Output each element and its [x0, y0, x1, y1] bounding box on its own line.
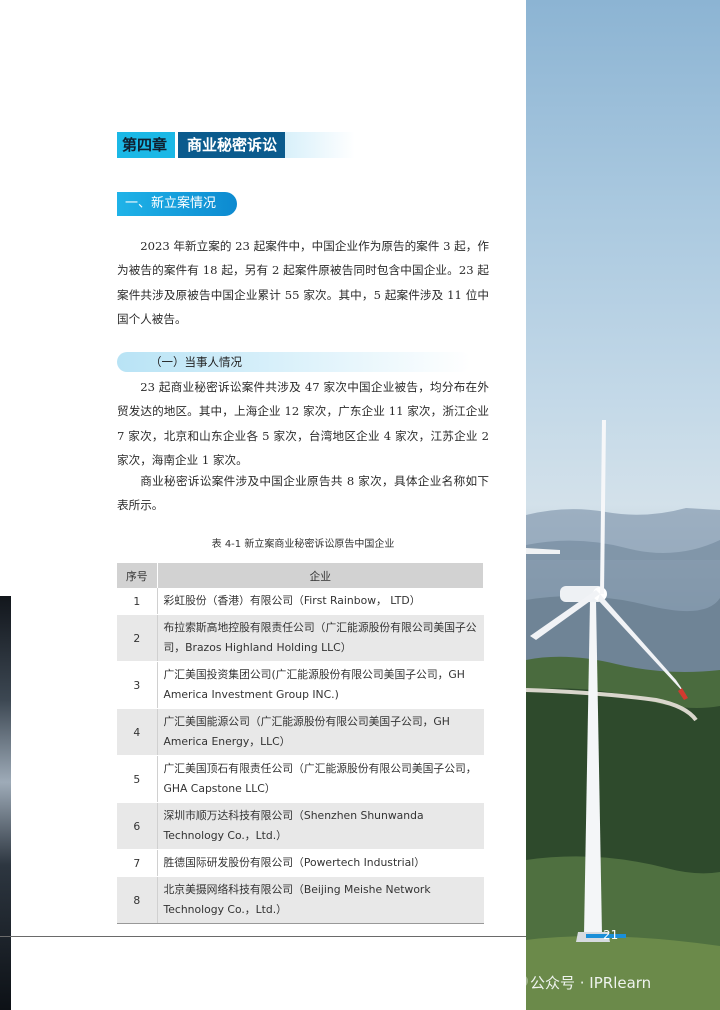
table-row: 8 北京美摄网络科技有限公司（Beijing Meishe Network Te… — [117, 876, 484, 924]
row-index: 8 — [117, 876, 158, 924]
left-photo-strip — [0, 596, 11, 1010]
chapter-number: 第四章 — [117, 132, 176, 158]
header-index: 序号 — [117, 563, 158, 588]
table-row: 6 深圳市顺万达科技有限公司（Shenzhen Shunwanda Techno… — [117, 802, 484, 850]
page-number: 21 — [603, 928, 619, 942]
row-index: 4 — [117, 708, 158, 756]
row-company: 广汇美国能源公司（广汇能源股份有限公司美国子公司，GH America Ener… — [157, 708, 484, 756]
header-company: 企业 — [157, 563, 484, 588]
row-company: 广汇美国顶石有限责任公司（广汇能源股份有限公司美国子公司，GHA Capston… — [157, 755, 484, 803]
subsection-heading: （一）当事人情况 — [117, 352, 471, 372]
row-index: 5 — [117, 755, 158, 803]
row-index: 3 — [117, 661, 158, 709]
plaintiff-companies-table: 序号 企业 1 彩虹股份（香港）有限公司（First Rainbow， LTD）… — [117, 563, 484, 924]
row-company: 彩虹股份（香港）有限公司（First Rainbow， LTD） — [157, 588, 484, 615]
table-row: 5 广汇美国顶石有限责任公司（广汇能源股份有限公司美国子公司，GHA Capst… — [117, 755, 484, 803]
paragraph-defendants: 23 起商业秘密诉讼案件共涉及 47 家次中国企业被告，均分布在外贸发达的地区。… — [117, 380, 489, 467]
row-index: 1 — [117, 588, 158, 615]
table-caption: 表 4-1 新立案商业秘密诉讼原告中国企业 — [211, 539, 395, 550]
row-company: 深圳市顺万达科技有限公司（Shenzhen Shunwanda Technolo… — [157, 802, 484, 850]
row-company: 广汇美国投资集团公司(广汇能源股份有限公司美国子公司，GH America In… — [157, 661, 484, 709]
paragraph-plaintiffs: 商业秘密诉讼案件涉及中国企业原告共 8 家次，具体企业名称如下表所示。 — [117, 474, 489, 513]
table-row: 7 胜德国际研发股份有限公司（Powertech Industrial） — [117, 849, 484, 877]
wind-turbine-photo — [526, 0, 720, 1010]
row-company: 胜德国际研发股份有限公司（Powertech Industrial） — [157, 849, 484, 877]
row-company: 布拉索斯高地控股有限责任公司（广汇能源股份有限公司美国子公司，Brazos Hi… — [157, 614, 484, 662]
row-index: 2 — [117, 614, 158, 662]
row-company: 北京美摄网络科技有限公司（Beijing Meishe Network Tech… — [157, 876, 484, 924]
table-row: 2 布拉索斯高地控股有限责任公司（广汇能源股份有限公司美国子公司，Brazos … — [117, 614, 484, 662]
wechat-icon — [512, 974, 528, 988]
table-row: 4 广汇美国能源公司（广汇能源股份有限公司美国子公司，GH America En… — [117, 708, 484, 756]
table-row: 1 彩虹股份（香港）有限公司（First Rainbow， LTD） — [117, 588, 484, 615]
table-header-row: 序号 企业 — [117, 563, 484, 588]
paragraph-overview: 2023 年新立案的 23 起案件中，中国企业作为原告的案件 3 起，作为被告的… — [117, 239, 489, 326]
table-row: 3 广汇美国投资集团公司(广汇能源股份有限公司美国子公司，GH America … — [117, 661, 484, 709]
row-index: 6 — [117, 802, 158, 850]
chapter-heading: 第四章 商业秘密诉讼 — [117, 132, 356, 158]
watermark: 公众号 · IPRlearn — [530, 974, 652, 992]
chapter-title: 商业秘密诉讼 — [178, 132, 286, 158]
row-index: 7 — [117, 849, 158, 877]
section-heading: 一、新立案情况 — [117, 192, 237, 216]
footer-rule — [0, 936, 526, 937]
chapter-heading-decoration — [285, 132, 356, 158]
